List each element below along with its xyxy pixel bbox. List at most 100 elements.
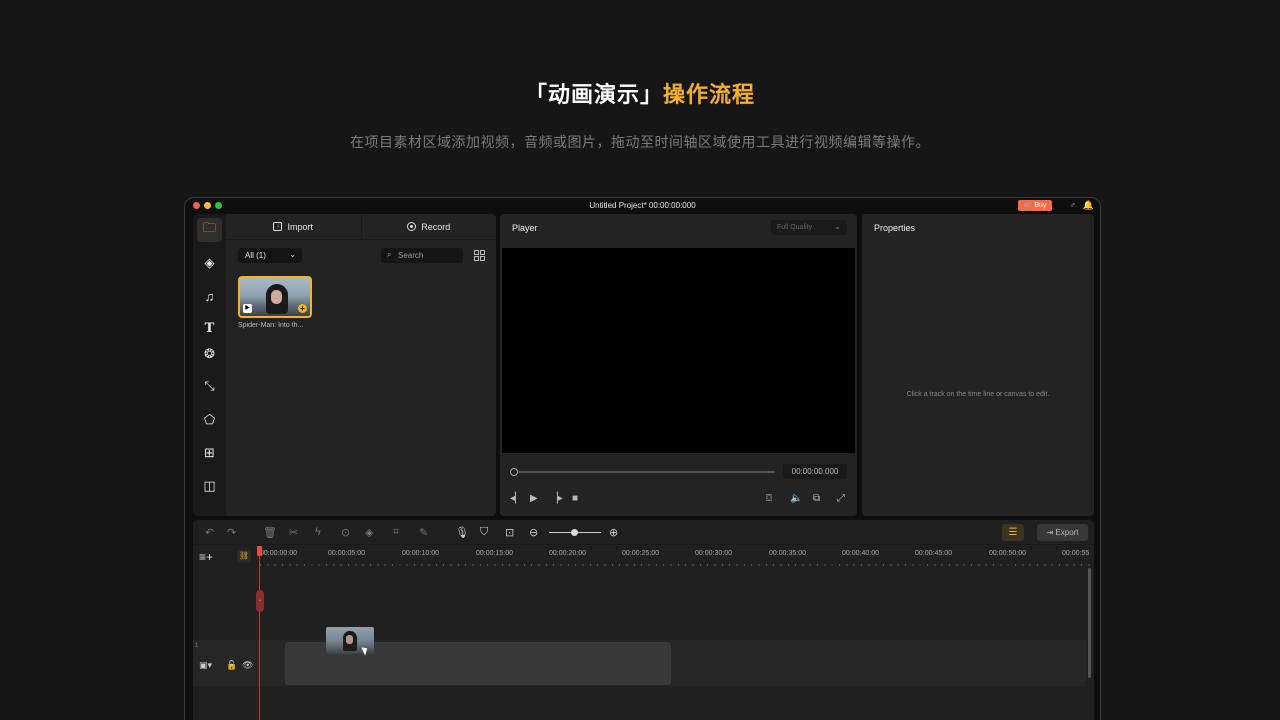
snapshot-icon[interactable]: ⌼ [766, 493, 772, 504]
add-to-timeline-icon[interactable]: + [298, 304, 307, 313]
stop-icon[interactable]: ■ [572, 493, 578, 504]
preview-canvas[interactable] [502, 248, 855, 453]
zoom-in-icon[interactable]: ⊕ [609, 526, 618, 539]
media-filter-select[interactable]: All (1) ⌄ [238, 248, 302, 263]
marker-icon[interactable]: ⛉ [480, 526, 488, 539]
add-media-icon: ⊞ [204, 445, 215, 460]
zoom-out-icon[interactable]: ⊖ [529, 526, 538, 539]
search-placeholder: Search [398, 251, 424, 260]
media-clip-thumbnail[interactable]: ▶ + [238, 276, 312, 318]
grid-view-icon[interactable] [474, 250, 485, 261]
playhead-marker[interactable]: ◦ [256, 590, 264, 612]
sidebar-layers-button[interactable]: ◈ [197, 251, 222, 275]
buy-button[interactable]: 🛒 Buy [1018, 200, 1052, 211]
layout-icon: ◫ [203, 478, 216, 493]
ruler-tick: 00:00:25:00 [622, 550, 659, 557]
timeline-scrollbar[interactable] [1088, 568, 1091, 678]
ruler-tick: 00:00:05:00 [328, 550, 365, 557]
video-track-type-icon[interactable]: ▣▾ [199, 660, 212, 671]
ruler-ticks [260, 564, 1094, 566]
split-icon[interactable]: ✂ [289, 526, 298, 539]
keyframe-icon[interactable]: ◈ [365, 526, 373, 539]
sidebar-stickers-button[interactable]: ⬠ [197, 408, 222, 432]
sidebar-add-media-button[interactable]: ⊞ [197, 441, 222, 465]
sidebar-media-button[interactable]: 🗀 [197, 218, 222, 242]
sidebar-text-button[interactable]: T [197, 316, 222, 340]
play-icon[interactable]: ▶ [530, 493, 538, 504]
player-timecode: 00:00:00.000 [783, 464, 847, 479]
playhead-handle[interactable] [257, 546, 262, 556]
fullscreen-icon[interactable]: ⤢ [837, 493, 845, 504]
volume-icon[interactable]: 🔈 [790, 493, 802, 504]
media-search-input[interactable]: ⌕ Search [381, 248, 463, 263]
scrubber-handle[interactable] [510, 468, 518, 476]
record-button[interactable]: Record [360, 214, 497, 239]
add-track-icon[interactable]: ≡+ [199, 550, 213, 564]
layers-icon: ◈ [204, 255, 215, 270]
export-button[interactable]: ⇥ Export [1037, 524, 1088, 541]
ruler-tick: 00:00:45:00 [915, 550, 952, 557]
playback-scrubber[interactable] [513, 471, 775, 473]
zoom-slider-handle[interactable] [571, 529, 578, 536]
properties-panel: Properties Click a track on the time lin… [862, 214, 1094, 516]
timeline-panel: ↶ ↷ 🗑 ✂ ϟ ⊙ ◈ ⌗ ✎ 🎙 ⛉ ⊡ ⊖ ⊕ ☰ ⇥ Export ≡… [193, 520, 1094, 720]
playhead[interactable] [259, 546, 260, 720]
record-label: Record [421, 221, 451, 232]
filters-icon: ❂ [204, 346, 215, 361]
link-icon[interactable]: ⛓ [237, 550, 251, 562]
sidebar-transitions-button[interactable]: ⤡ [197, 374, 222, 398]
text-icon: T [204, 320, 215, 336]
import-button[interactable]: ↓ Import [226, 214, 361, 239]
media-panel: ↓ Import Record All (1) ⌄ ⌕ Search ▶ + Spid… [226, 214, 496, 516]
thumb-face [271, 290, 282, 304]
lock-icon[interactable]: 🔓 [226, 660, 237, 671]
music-icon: ♫ [204, 288, 215, 304]
video-type-icon: ▶ [243, 304, 252, 313]
tool-sidebar: 🗀 ◈ ♫ T ❂ ⤡ ⬠ ⊞ ◫ [193, 214, 226, 516]
export-label: Export [1055, 528, 1079, 537]
ruler-tick: 00:00:10:00 [402, 550, 439, 557]
headline-part1: 「动画演示」 [524, 83, 663, 108]
page-headline: 「动画演示」操作流程 [0, 77, 1280, 109]
fit-icon[interactable]: ⊡ [505, 526, 514, 539]
ruler-tick: 00:00:50:00 [989, 550, 1026, 557]
step-back-icon[interactable]: ◂▏ [510, 493, 523, 504]
media-tabs: ↓ Import Record [226, 214, 496, 240]
redo-icon[interactable]: ↷ [227, 526, 236, 539]
notification-icon[interactable]: 🔔 [1083, 200, 1094, 211]
sidebar-filters-button[interactable]: ❂ [197, 342, 222, 366]
speed-icon[interactable]: ϟ [315, 526, 321, 538]
stickers-icon: ⬠ [203, 412, 216, 427]
sidebar-layout-button[interactable]: ◫ [197, 474, 222, 498]
undo-icon[interactable]: ↶ [205, 526, 214, 539]
page-subline: 在项目素材区域添加视频，音频或图片，拖动至时间轴区域使用工具进行视频编辑等操作。 [350, 135, 930, 151]
transitions-icon: ⤡ [204, 378, 215, 393]
microphone-icon[interactable]: 🎙 [455, 526, 469, 539]
edit-icon[interactable]: ✎ [419, 526, 428, 539]
crop-icon[interactable]: ⌗ [393, 526, 399, 539]
quality-select[interactable]: Full Quality ⌄ [771, 220, 847, 235]
time-ruler[interactable]: 00:00:00:00 00:00:05:00 00:00:10:00 00:0… [260, 550, 1094, 566]
media-clip-label: Spider-Man: Into th... [238, 322, 304, 329]
delete-icon[interactable]: 🗑 [263, 526, 277, 539]
sidebar-audio-button[interactable]: ♫ [197, 284, 222, 308]
track-number: 1 [195, 643, 199, 649]
folder-icon: 🗀 [202, 220, 216, 235]
filter-value: All (1) [245, 251, 266, 260]
sliders-icon: ☰ [1008, 527, 1018, 538]
step-forward-icon[interactable]: ▕▸ [550, 493, 563, 504]
eye-icon[interactable]: 👁 [242, 660, 253, 671]
player-title: Player [512, 223, 538, 233]
ruler-tick: 00:00:40:00 [842, 550, 879, 557]
account-icon[interactable]: ♂ [1069, 200, 1076, 210]
play-range-icon[interactable]: ⊙ [341, 526, 350, 539]
headline-part2: 操作流程 [663, 83, 756, 108]
adjust-button[interactable]: ☰ [1002, 524, 1024, 541]
properties-title: Properties [874, 223, 916, 233]
ruler-tick: 00:00:00:00 [260, 550, 297, 557]
page: 「动画演示」操作流程 在项目素材区域添加视频，音频或图片，拖动至时间轴区域使用工… [0, 0, 1280, 720]
ruler-tick: 00:00:30:00 [695, 550, 732, 557]
thumb-face [346, 635, 353, 644]
pip-icon[interactable]: ⧉ [813, 493, 820, 504]
properties-hint: Click a track on the time line or canvas… [906, 391, 1050, 398]
